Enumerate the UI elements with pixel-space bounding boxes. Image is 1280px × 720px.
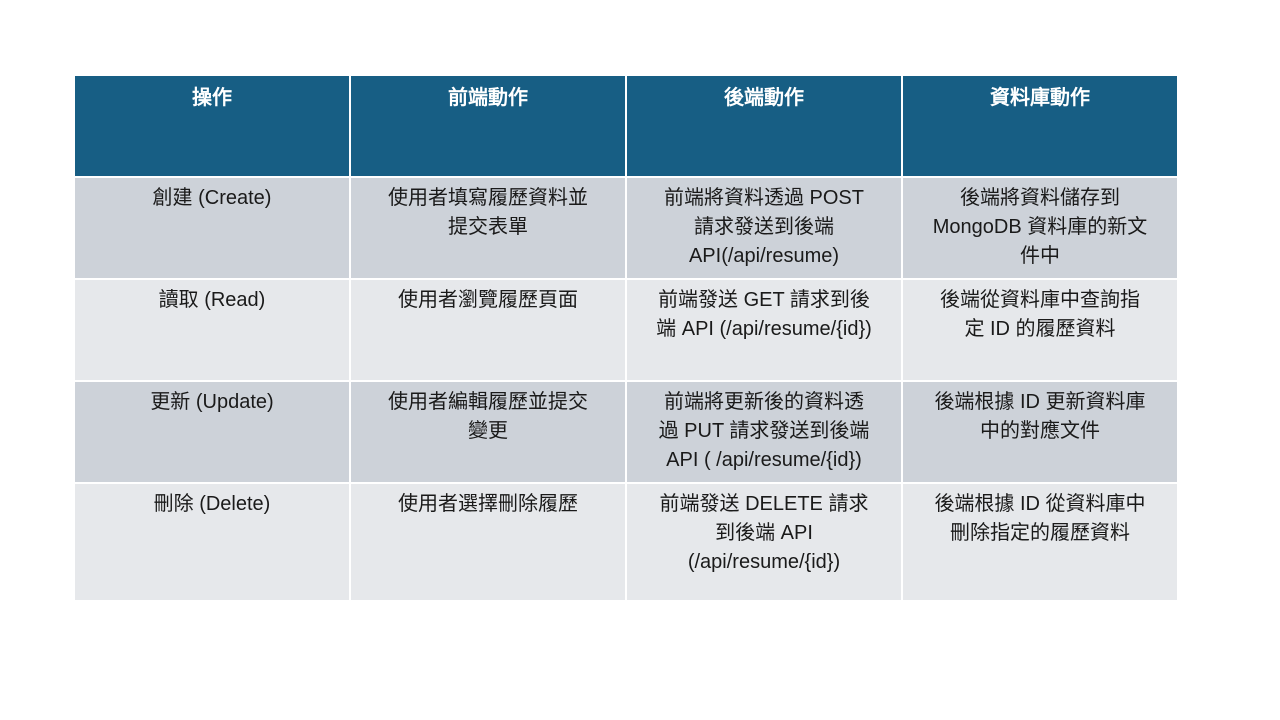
crud-operations-table: 操作 前端動作 後端動作 資料庫動作 創建 (Create) 使用者填寫履歷資料並…: [73, 74, 1179, 602]
header-operation: 操作: [73, 74, 351, 178]
table-row: 更新 (Update) 使用者編輯履歷並提交 變更 前端將更新後的資料透過 PUT 請…: [73, 380, 1179, 484]
cell-text-line: 前端發送 DELETE 請求: [659, 493, 869, 515]
cell-text-line: 使用者填寫履歷資料並: [388, 187, 588, 209]
cell-text-line: 使用者選擇刪除履歷: [398, 493, 578, 515]
cell-text-line: 創建 (Create): [152, 187, 272, 209]
cell-text-line: 定 ID 的履歷資料: [964, 318, 1116, 340]
cell-text-line: 件中: [1020, 245, 1060, 267]
operation-cell: 刪除 (Delete): [73, 482, 351, 602]
cell-text-line: API ( /api/resume/{id}): [666, 449, 862, 471]
frontend-action-cell: 使用者瀏覽履歷頁面: [349, 278, 627, 382]
table-header-row: 操作 前端動作 後端動作 資料庫動作: [73, 74, 1179, 178]
cell-text-line: 後端根據 ID 從資料庫中: [934, 493, 1146, 515]
header-backend-action: 後端動作: [625, 74, 903, 178]
database-action-cell: 後端根據 ID 更新資料庫 中的對應文件: [901, 380, 1179, 484]
cell-text-line: 請求發送到後端: [694, 216, 834, 238]
cell-text-line: 使用者編輯履歷並提交: [388, 391, 588, 413]
cell-text-line: 到後端 API: [715, 522, 813, 544]
header-database-action: 資料庫動作: [901, 74, 1179, 178]
operation-cell: 更新 (Update): [73, 380, 351, 484]
cell-text-line: 前端將更新後的資料透: [664, 391, 864, 413]
cell-text-line: 中的對應文件: [980, 420, 1100, 442]
cell-text-line: API(/api/resume): [688, 245, 840, 267]
table-row: 讀取 (Read) 使用者瀏覽履歷頁面 前端發送 GET 請求到後端 API (/a…: [73, 278, 1179, 382]
table-row: 刪除 (Delete) 使用者選擇刪除履歷 前端發送 DELETE 請求 到後端 AP…: [73, 482, 1179, 602]
cell-text-line: 後端將資料儲存到: [960, 187, 1120, 209]
backend-action-cell: 前端發送 GET 請求到後端 API (/api/resume/{id}): [625, 278, 903, 382]
cell-text-line: 後端從資料庫中查詢指: [940, 289, 1140, 311]
cell-text-line: 讀取 (Read): [158, 289, 266, 311]
table-row: 創建 (Create) 使用者填寫履歷資料並 提交表單 前端將資料透過 POST 請求發…: [73, 176, 1179, 280]
cell-text-line: 刪除指定的履歷資料: [950, 522, 1130, 544]
cell-text-line: (/api/resume/{id}): [687, 551, 841, 573]
cell-text-line: 端 API (/api/resume/{id}): [656, 318, 872, 340]
cell-text-line: MongoDB 資料庫的新文: [932, 216, 1148, 238]
backend-action-cell: 前端將更新後的資料透過 PUT 請求發送到後端 API ( /api/resume…: [625, 380, 903, 484]
backend-action-cell: 前端發送 DELETE 請求 到後端 API (/api/resume/{id}): [625, 482, 903, 602]
cell-text-line: 前端將資料透過 POST: [663, 187, 864, 209]
frontend-action-cell: 使用者編輯履歷並提交 變更: [349, 380, 627, 484]
cell-text-line: 後端根據 ID 更新資料庫: [934, 391, 1146, 413]
operation-cell: 讀取 (Read): [73, 278, 351, 382]
cell-text-line: 過 PUT 請求發送到後端: [658, 420, 870, 442]
backend-action-cell: 前端將資料透過 POST 請求發送到後端 API(/api/resume): [625, 176, 903, 280]
cell-text-line: 提交表單: [448, 216, 528, 238]
header-frontend-action: 前端動作: [349, 74, 627, 178]
cell-text-line: 使用者瀏覽履歷頁面: [398, 289, 578, 311]
table-body: 創建 (Create) 使用者填寫履歷資料並 提交表單 前端將資料透過 POST 請求發…: [73, 176, 1179, 602]
operation-cell: 創建 (Create): [73, 176, 351, 280]
cell-text-line: 更新 (Update): [150, 391, 274, 413]
database-action-cell: 後端從資料庫中查詢指定 ID 的履歷資料: [901, 278, 1179, 382]
frontend-action-cell: 使用者填寫履歷資料並 提交表單: [349, 176, 627, 280]
cell-text-line: 變更: [468, 420, 508, 442]
database-action-cell: 後端將資料儲存到 MongoDB 資料庫的新文 件中: [901, 176, 1179, 280]
frontend-action-cell: 使用者選擇刪除履歷: [349, 482, 627, 602]
cell-text-line: 刪除 (Delete): [153, 493, 271, 515]
database-action-cell: 後端根據 ID 從資料庫中 刪除指定的履歷資料: [901, 482, 1179, 602]
cell-text-line: 前端發送 GET 請求到後: [658, 289, 870, 311]
